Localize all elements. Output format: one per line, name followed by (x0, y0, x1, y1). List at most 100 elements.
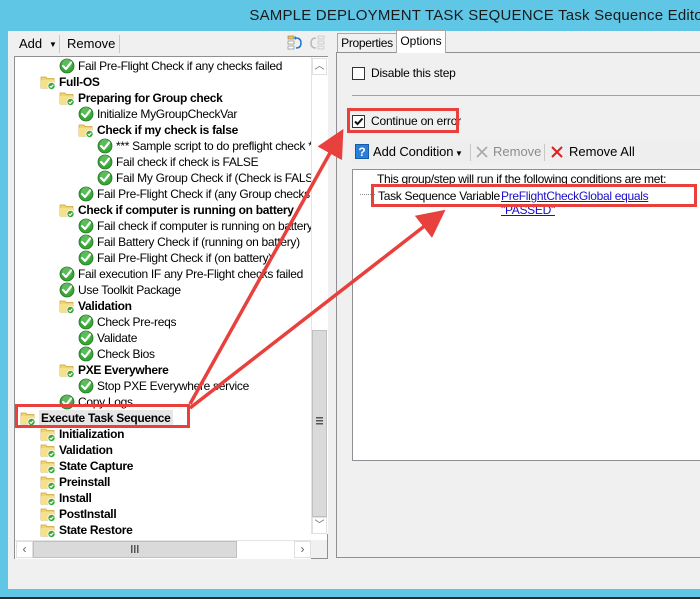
remove-condition-button[interactable]: Remove (493, 144, 541, 159)
tree-item-label: PXE Everywhere (78, 363, 169, 377)
tree-group-item[interactable]: Validation (59, 298, 311, 314)
add-menu-button[interactable]: Add (19, 36, 42, 51)
green-check-icon (78, 330, 94, 346)
tree-group-item[interactable]: Check if my check is false (78, 122, 311, 138)
tree-item-label: Validation (78, 299, 132, 313)
tab-properties[interactable]: Properties (337, 33, 397, 52)
tree-item-label: Fail check if check is FALSE (116, 155, 259, 169)
tree-step-item[interactable]: Fail check if computer is running on bat… (78, 218, 311, 234)
green-check-icon (78, 378, 94, 394)
remove-button[interactable]: Remove (67, 36, 115, 51)
tree-step-item[interactable]: Check Pre-reqs (78, 314, 311, 330)
dropdown-arrow-icon[interactable]: ▼ (49, 40, 57, 49)
remove-x-icon (476, 146, 488, 158)
tree-step-item[interactable]: Fail Pre-Flight Check if (any Group chec… (78, 186, 311, 202)
tree-step-item[interactable]: Fail execution IF any Pre-Flight checks … (59, 266, 311, 282)
folder-check-icon (40, 506, 56, 522)
tree-step-item[interactable]: Fail My Group Check if (Check is FALSE) (97, 170, 311, 186)
title-bar: SAMPLE DEPLOYMENT TASK SEQUENCE Task Seq… (0, 0, 700, 31)
tree-step-item[interactable]: Stop PXE Everywhere service (78, 378, 311, 394)
folder-check-icon (40, 74, 56, 90)
tree-item-label: Validate (97, 331, 138, 345)
folder-check-icon (59, 202, 75, 218)
tree-step-item[interactable]: Fail Battery Check if (running on batter… (78, 234, 311, 250)
grip-icon (131, 545, 139, 553)
tree-item-label: State Restore (59, 523, 133, 537)
tree-item-label: Fail My Group Check if (Check is FALSE) (116, 171, 311, 185)
tree-item-label: Initialize MyGroupCheckVar (97, 107, 238, 121)
tree-item-label: Fail Battery Check if (running on batter… (97, 235, 300, 249)
remove-all-conditions-button[interactable]: Remove All (569, 144, 635, 159)
scrollbar-corner (311, 540, 327, 558)
add-condition-button[interactable]: Add Condition (373, 144, 453, 159)
tree-step-item[interactable]: Initialize MyGroupCheckVar (78, 106, 311, 122)
move-down-icon[interactable] (309, 35, 325, 51)
scroll-up-button[interactable]: ︿ (312, 58, 327, 75)
green-check-icon (97, 138, 113, 154)
tree-group-item[interactable]: State Capture (40, 458, 311, 474)
toolbar-separator (119, 35, 120, 53)
tree-item-label: Check if my check is false (97, 123, 238, 137)
tab-options[interactable]: Options (396, 30, 446, 53)
tree-step-item[interactable]: Check Bios (78, 346, 311, 362)
move-up-icon[interactable] (287, 35, 303, 51)
green-check-icon (59, 282, 75, 298)
green-check-icon (78, 218, 94, 234)
dropdown-arrow-icon[interactable]: ▼ (455, 149, 463, 158)
scroll-down-button[interactable]: ﹀ (312, 517, 327, 534)
green-check-icon (78, 234, 94, 250)
disable-step-checkbox[interactable] (352, 67, 365, 80)
folder-check-icon (59, 298, 75, 314)
tree-step-item[interactable]: Fail Pre-Flight Check if (on battery) (78, 250, 311, 266)
tree-group-item[interactable]: Initialization (40, 426, 311, 442)
svg-text:?: ? (358, 145, 365, 159)
tree-item-label: Fail Pre-Flight Check if (on battery) (97, 251, 272, 265)
tree-group-item[interactable]: Validation (40, 442, 311, 458)
tree-group-item[interactable]: PostInstall (40, 506, 311, 522)
tree-group-item[interactable]: Full-OS (40, 74, 311, 90)
tree-step-item[interactable]: Fail Pre-Flight Check if any checks fail… (59, 58, 311, 74)
tree-item-label: Fail Pre-Flight Check if any checks fail… (78, 59, 283, 73)
green-check-icon (97, 154, 113, 170)
annotation-highlight-continue-on-error (347, 108, 459, 133)
tree-item-label: Check Pre-reqs (97, 315, 177, 329)
tree-item-label: Fail execution IF any Pre-Flight checks … (78, 267, 303, 281)
green-check-icon (59, 58, 75, 74)
green-check-icon (97, 170, 113, 186)
scroll-right-button[interactable]: › (294, 541, 311, 558)
tree-group-item[interactable]: Preparing for Group check (59, 90, 311, 106)
folder-check-icon (40, 442, 56, 458)
toolbar-separator (544, 144, 545, 161)
tree-group-item[interactable]: Preinstall (40, 474, 311, 490)
annotation-highlight-execute-task-sequence (15, 404, 190, 428)
tree-step-item[interactable]: Fail check if check is FALSE (97, 154, 311, 170)
tree-item-label: Fail Pre-Flight Check if (any Group chec… (97, 187, 311, 201)
green-check-icon (59, 266, 75, 282)
green-check-icon (78, 250, 94, 266)
green-check-icon (78, 346, 94, 362)
window-title: SAMPLE DEPLOYMENT TASK SEQUENCE Task Seq… (249, 7, 700, 24)
folder-check-icon (40, 458, 56, 474)
grip-icon (316, 417, 323, 425)
disable-step-label[interactable]: Disable this step (371, 66, 456, 80)
tree-step-item[interactable]: *** Sample script to do preflight check … (97, 138, 311, 154)
folder-check-icon (59, 362, 75, 378)
tree-item-label: Check if computer is running on battery (78, 203, 294, 217)
toolbar-separator (470, 144, 471, 161)
tree-step-item[interactable]: Validate (78, 330, 311, 346)
tree-group-item[interactable]: PXE Everywhere (59, 362, 311, 378)
tree-item-label: *** Sample script to do preflight check … (116, 139, 311, 153)
green-check-icon (78, 186, 94, 202)
tree-group-item[interactable]: Install (40, 490, 311, 506)
tree-group-item[interactable]: Check if computer is running on battery (59, 202, 311, 218)
folder-check-icon (40, 522, 56, 538)
scroll-left-button[interactable]: ‹ (16, 541, 33, 558)
tree-item-label: Fail check if computer is running on bat… (97, 219, 311, 233)
tree-group-item[interactable]: State Restore (40, 522, 311, 538)
folder-check-icon (40, 490, 56, 506)
help-question-icon[interactable]: ? (355, 144, 369, 159)
green-check-icon (78, 314, 94, 330)
tree-step-item[interactable]: Use Toolkit Package (59, 282, 311, 298)
divider (352, 95, 700, 96)
folder-check-icon (59, 90, 75, 106)
